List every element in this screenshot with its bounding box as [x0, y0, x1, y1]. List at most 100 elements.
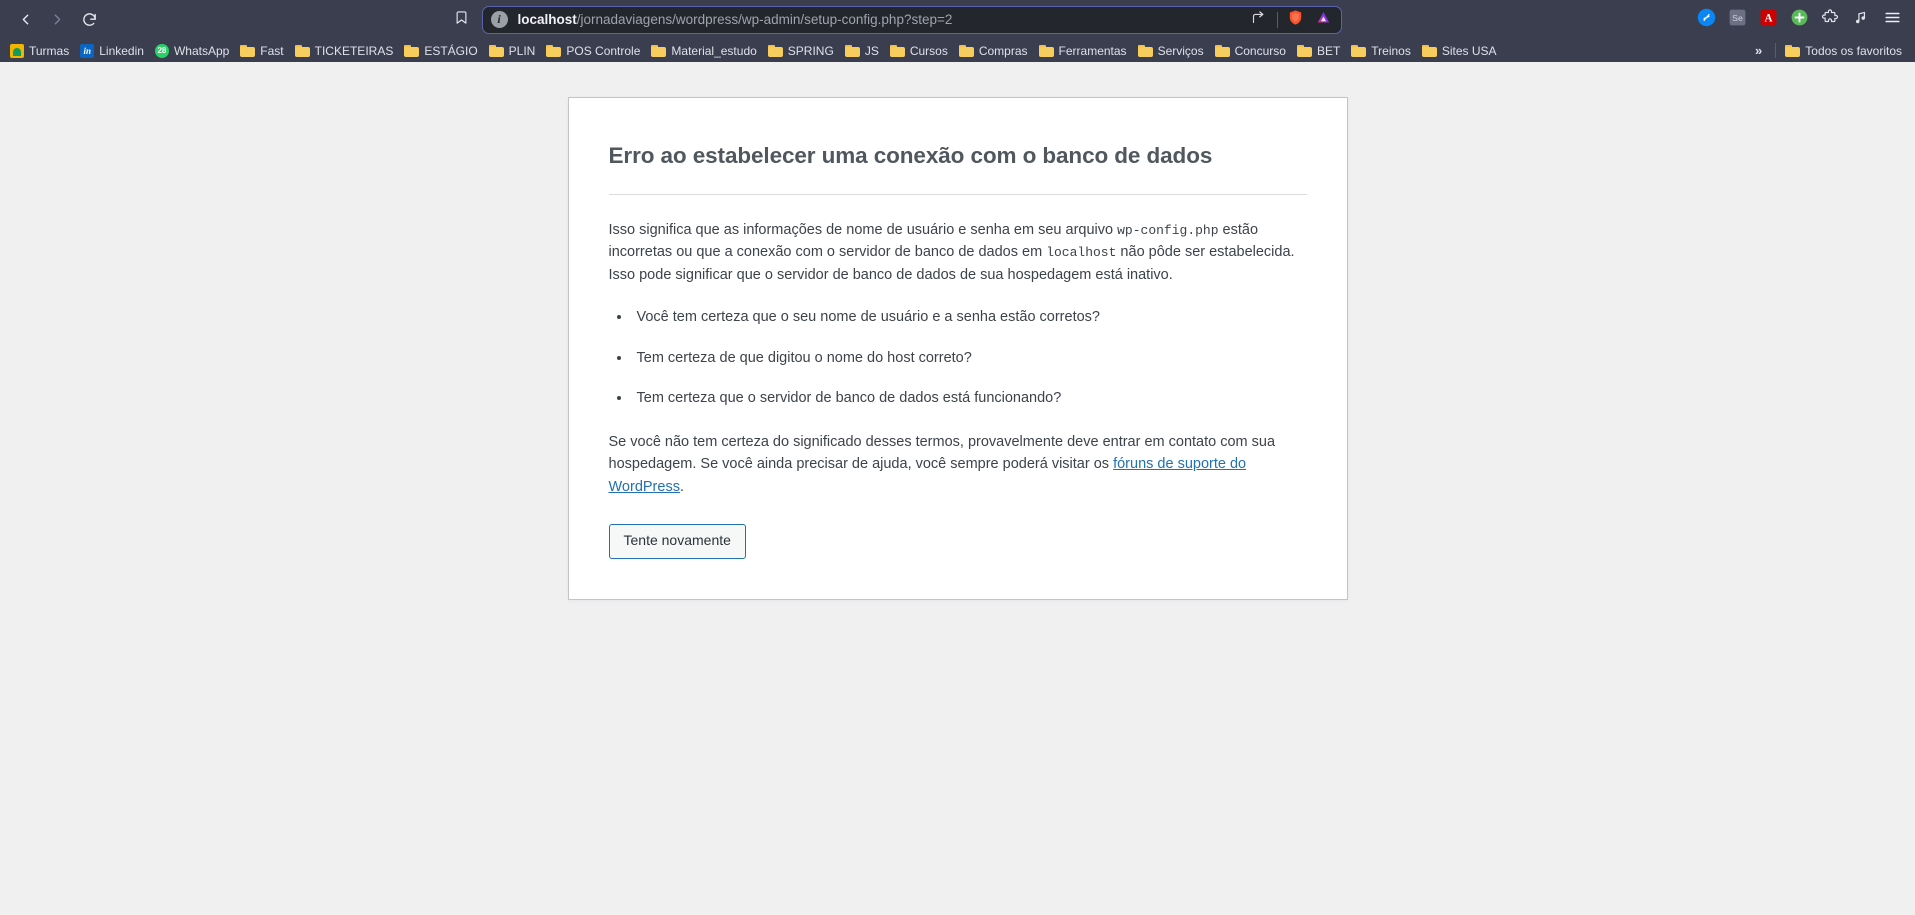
selenium-ide-extension-button[interactable]: Se [1724, 7, 1750, 33]
folder-icon [404, 44, 420, 57]
folder-icon [844, 44, 860, 57]
omnibox-container: i localhost/jornadaviagens/wordpress/wp-… [106, 5, 1683, 34]
bookmark-label: Serviços [1157, 43, 1204, 58]
brave-shields-icon [1287, 9, 1304, 31]
bookmark-folder-concurso[interactable]: Concurso [1211, 43, 1293, 59]
bookmark-whatsapp[interactable]: 28 WhatsApp [151, 42, 236, 60]
list-item: Você tem certeza que o seu nome de usuár… [632, 306, 1307, 328]
folder-icon [958, 44, 974, 57]
bookmark-folder-sites-usa[interactable]: Sites USA [1418, 43, 1504, 59]
bookmark-label: Sites USA [1441, 43, 1497, 58]
folder-icon [1137, 44, 1153, 57]
omnibox-actions [1246, 8, 1337, 32]
bookmark-folder-pos-controle[interactable]: POS Controle [542, 43, 647, 59]
chevron-right-icon [49, 11, 66, 28]
bookmark-folder-cursos[interactable]: Cursos [886, 43, 955, 59]
bookmark-folder-spring[interactable]: SPRING [764, 43, 841, 59]
add-extension-icon [1790, 8, 1809, 32]
folder-icon [651, 44, 667, 57]
extensions-menu-button[interactable] [1817, 7, 1843, 33]
bookmarks-divider [1775, 43, 1777, 58]
bookmark-folder-bet[interactable]: BET [1293, 43, 1347, 59]
bookmark-folder-all-bookmarks[interactable]: Todos os favoritos [1781, 43, 1909, 59]
bookmarks-overflow-chevron-icon[interactable]: » [1747, 41, 1770, 60]
folder-icon [1421, 44, 1437, 57]
bookmark-label: PLIN [508, 43, 536, 58]
browser-toolbar: i localhost/jornadaviagens/wordpress/wp-… [0, 0, 1915, 39]
bookmark-folder-ticketeiras[interactable]: TICKETEIRAS [291, 43, 401, 59]
wordpress-error-card: Erro ao estabelecer uma conexão com o ba… [567, 97, 1348, 600]
bookmark-linkedin[interactable]: in Linkedin [76, 42, 151, 60]
bookmark-turmas[interactable]: Turmas [6, 42, 76, 60]
support-text-part-2: . [679, 478, 684, 495]
folder-icon [889, 44, 905, 57]
brave-shields-button[interactable] [1283, 8, 1309, 32]
bookmark-folder-compras[interactable]: Compras [955, 43, 1035, 59]
folder-icon [1351, 44, 1367, 57]
brave-leo-ai-icon [1315, 9, 1332, 31]
folder-icon [240, 44, 256, 57]
add-extension-button[interactable] [1786, 7, 1812, 33]
music-extension-icon [1852, 8, 1870, 31]
folder-icon [1296, 44, 1312, 57]
bookmark-label: WhatsApp [173, 43, 230, 58]
reload-button[interactable] [74, 5, 104, 35]
bookmark-label: JS [864, 43, 879, 58]
omnibox-divider [1276, 11, 1278, 28]
music-extension-button[interactable] [1848, 7, 1874, 33]
bookmark-label: ESTÁGIO [424, 43, 478, 58]
shazam-extension-icon [1697, 8, 1716, 32]
share-button[interactable] [1246, 8, 1272, 32]
address-bar[interactable]: i localhost/jornadaviagens/wordpress/wp-… [481, 5, 1342, 34]
localhost-code: localhost [1046, 245, 1117, 261]
bookmark-icon [454, 10, 469, 30]
list-item: Tem certeza que o servidor de banco de d… [632, 387, 1307, 409]
bookmark-folder-servicos[interactable]: Serviços [1134, 43, 1211, 59]
folder-icon [1038, 44, 1054, 57]
bookmark-folder-treinos[interactable]: Treinos [1347, 43, 1418, 59]
bookmark-folder-plin[interactable]: PLIN [485, 43, 543, 59]
bookmark-folder-fast[interactable]: Fast [236, 43, 290, 59]
troubleshooting-list: Você tem certeza que o seu nome de usuár… [609, 306, 1307, 409]
linkedin-favicon: in [80, 43, 95, 58]
bookmark-label: Fast [260, 43, 284, 58]
back-button[interactable] [10, 5, 40, 35]
folder-icon [294, 44, 310, 57]
bookmark-folder-ferramentas[interactable]: Ferramentas [1035, 43, 1134, 59]
folder-icon [767, 44, 783, 57]
google-classroom-favicon [10, 43, 24, 58]
bookmark-folder-js[interactable]: JS [841, 43, 886, 59]
bookmark-folder-estagio[interactable]: ESTÁGIO [400, 43, 484, 59]
list-item: Tem certeza de que digitou o nome do hos… [632, 347, 1307, 369]
shazam-extension-button[interactable] [1693, 7, 1719, 33]
retry-button[interactable]: Tente novamente [608, 524, 746, 559]
bookmark-label: Material_estudo [671, 43, 757, 58]
hamburger-menu-icon [1883, 8, 1902, 32]
bookmarks-bar: Turmas in Linkedin 28 WhatsApp Fast TICK… [0, 39, 1915, 62]
extensions-puzzle-icon [1821, 8, 1839, 31]
wp-config-code: wp-config.php [1117, 222, 1219, 238]
error-text-part-1: Isso significa que as informações de nom… [608, 221, 1118, 238]
share-icon [1251, 10, 1266, 30]
forward-button[interactable] [42, 5, 72, 35]
browser-menu-button[interactable] [1879, 7, 1905, 33]
support-paragraph: Se você não tem certeza do significado d… [609, 431, 1307, 498]
folder-icon [546, 44, 562, 57]
toolbar-extensions: Se A [1685, 7, 1905, 33]
adobe-acrobat-extension-button[interactable]: A [1755, 7, 1781, 33]
bookmark-this-page-button[interactable] [448, 6, 476, 34]
bookmark-label: Linkedin [99, 43, 144, 58]
folder-icon [1214, 44, 1230, 57]
page-viewport: Erro ao estabelecer uma conexão com o ba… [0, 62, 1915, 915]
brave-leo-button[interactable] [1311, 8, 1337, 32]
bookmark-label: Todos os favoritos [1805, 43, 1902, 58]
bookmark-label: BET [1316, 43, 1341, 58]
info-icon[interactable]: i [490, 11, 508, 28]
bookmark-label: Ferramentas [1058, 43, 1127, 58]
bookmark-label: Turmas [29, 43, 70, 58]
reload-icon [81, 11, 98, 28]
bookmark-folder-material-estudo[interactable]: Material_estudo [647, 43, 763, 59]
folder-icon [1785, 44, 1801, 57]
browser-chrome: i localhost/jornadaviagens/wordpress/wp-… [0, 0, 1915, 62]
bookmark-label: POS Controle [566, 43, 641, 58]
